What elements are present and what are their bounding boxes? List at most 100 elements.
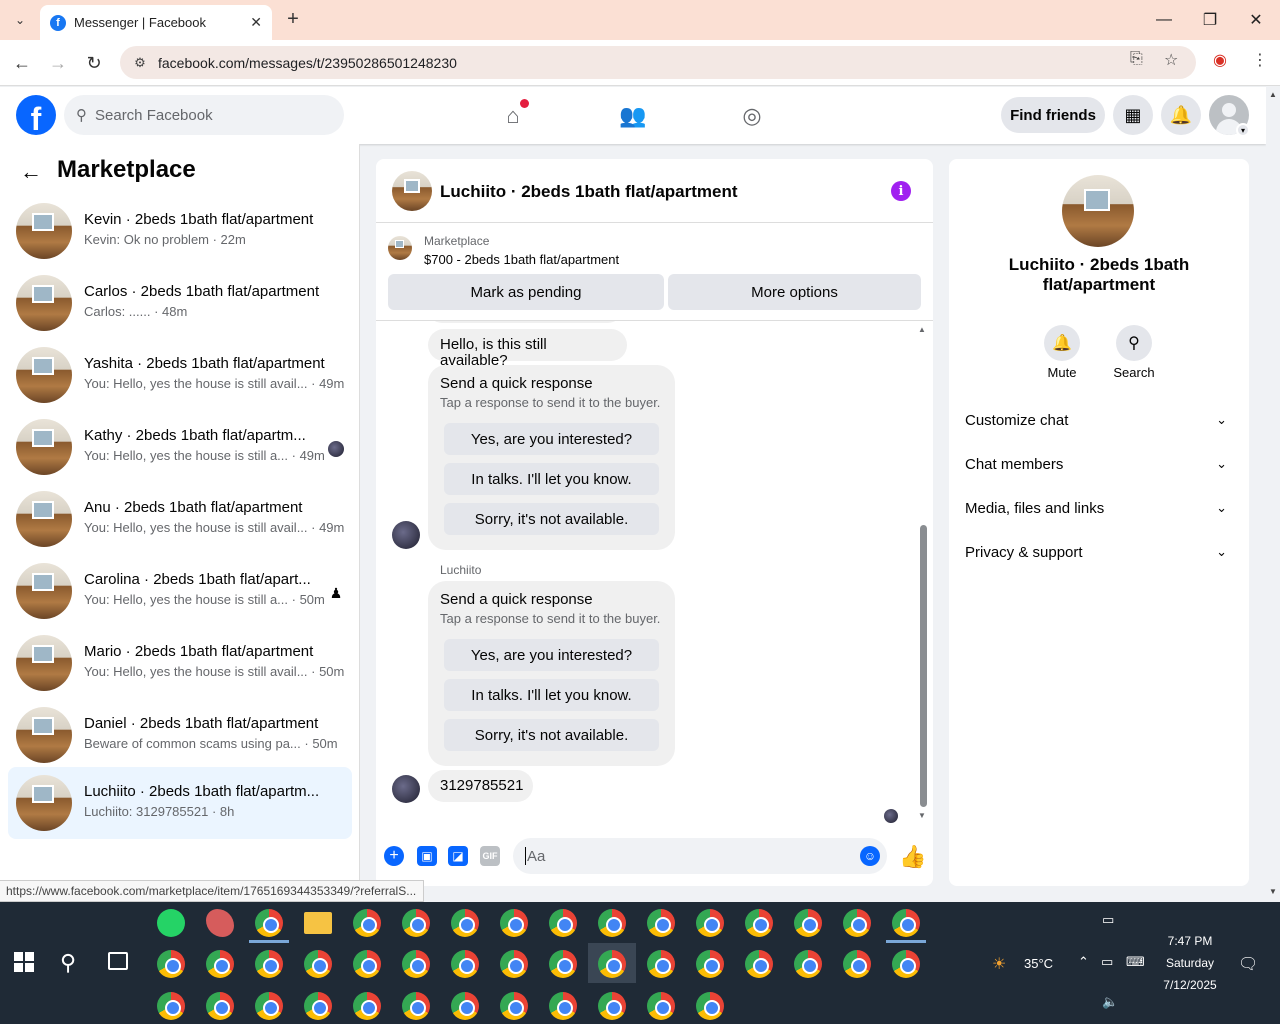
notification-center-icon[interactable]: 🗨 [1238,954,1258,974]
address-bar[interactable]: ⚙ facebook.com/messages/t/23950286501248… [120,46,1196,79]
chrome-icon[interactable] [647,909,675,937]
page-scroll-down-icon[interactable]: ▼ [1269,887,1277,896]
chrome-icon[interactable] [549,950,577,978]
chrome-icon[interactable] [647,950,675,978]
task-view-icon[interactable] [108,952,128,970]
sender-avatar[interactable] [392,775,420,803]
message-scrollbar[interactable] [920,525,927,807]
chrome-icon[interactable] [206,992,234,1020]
conversation-item[interactable]: Kathy · 2beds 1bath flat/apartm... You: … [8,411,352,483]
chat-thumbnail[interactable] [392,171,432,211]
notifications-bell-icon[interactable]: 🔔 [1161,95,1201,135]
chrome-icon[interactable] [353,909,381,937]
media-files-links-row[interactable]: Media, files and links ⌄ [965,500,1233,524]
chrome-icon[interactable] [206,950,234,978]
scroll-down-icon[interactable]: ▼ [918,811,926,820]
new-tab-button[interactable]: + [282,8,304,30]
plus-icon[interactable]: + [384,846,404,866]
windows-start-icon[interactable] [14,952,34,972]
chrome-icon[interactable] [255,992,283,1020]
details-search-icon[interactable]: ⚲ [1116,325,1152,361]
conversation-item[interactable]: Kevin · 2beds 1bath flat/apartment Kevin… [8,195,352,267]
more-options-button[interactable]: More options [668,274,921,310]
reload-button[interactable]: ↻ [82,51,106,75]
whatsapp-icon[interactable] [157,909,185,937]
page-scrollbar[interactable]: ▲ ▼ [1266,87,1280,902]
paint-icon[interactable] [206,909,234,937]
chrome-icon[interactable] [255,950,283,978]
chrome-icon[interactable] [745,909,773,937]
facebook-logo-icon[interactable]: f [16,95,56,135]
chrome-icon[interactable] [451,992,479,1020]
menu-grid-icon[interactable]: ▦ [1113,95,1153,135]
minimize-button[interactable]: — [1141,0,1187,40]
page-scroll-up-icon[interactable]: ▲ [1269,90,1277,99]
browser-tab[interactable]: f Messenger | Facebook ✕ [40,5,272,40]
conversation-item[interactable]: Yashita · 2beds 1bath flat/apartment You… [8,339,352,411]
quick-response-option[interactable]: In talks. I'll let you know. [444,679,659,711]
chrome-icon[interactable] [255,909,283,937]
browser-menu-icon[interactable]: ⋮ [1252,50,1268,70]
account-caret-icon[interactable]: ▾ [1236,123,1250,137]
listing-description[interactable]: $700 - 2beds 1bath flat/apartment [424,252,619,267]
sticker-icon[interactable]: ◪ [448,846,468,866]
file-explorer-icon[interactable] [304,912,332,934]
conversation-item[interactable]: Carolina · 2beds 1bath flat/apart... You… [8,555,352,627]
chrome-icon[interactable] [794,909,822,937]
chrome-icon[interactable] [549,909,577,937]
chrome-icon[interactable] [794,950,822,978]
customize-chat-row[interactable]: Customize chat ⌄ [965,412,1233,436]
mark-pending-button[interactable]: Mark as pending [388,274,664,310]
profile-icon[interactable]: ◉ [1213,50,1227,70]
tray-chevron-icon[interactable]: ⌃ [1078,954,1089,970]
chrome-icon[interactable] [157,992,185,1020]
mute-bell-icon[interactable]: 🔔 [1044,325,1080,361]
quick-response-option[interactable]: Yes, are you interested? [444,423,659,455]
chrome-icon[interactable] [451,950,479,978]
restore-button[interactable]: ❐ [1187,0,1233,40]
friends-icon[interactable]: 👥 [618,101,648,131]
groups-icon[interactable]: ◎ [737,101,767,131]
taskbar-search-icon[interactable]: ⚲ [60,950,76,976]
quick-response-option[interactable]: In talks. I'll let you know. [444,463,659,495]
tab-search-icon[interactable]: ⌄ [8,8,32,32]
conversation-item[interactable]: Anu · 2beds 1bath flat/apartment You: He… [8,483,352,555]
chrome-icon[interactable] [745,950,773,978]
privacy-support-row[interactable]: Privacy & support ⌄ [965,544,1233,568]
message-input[interactable]: Aa [513,838,887,874]
forward-button[interactable]: → [46,51,70,75]
gif-icon[interactable]: GIF [480,846,500,866]
conversation-item[interactable]: Carlos · 2beds 1bath flat/apartment Carl… [8,267,352,339]
meet-now-icon[interactable]: ▭ [1102,912,1114,928]
conversation-item[interactable]: Mario · 2beds 1bath flat/apartment You: … [8,627,352,699]
chrome-icon[interactable] [598,909,626,937]
back-arrow-icon[interactable]: ← [20,159,42,185]
network-icon[interactable]: ▭ [1101,954,1113,970]
chrome-icon[interactable] [549,992,577,1020]
chrome-icon[interactable] [500,992,528,1020]
chrome-icon[interactable] [451,909,479,937]
chrome-icon[interactable] [500,909,528,937]
chrome-icon[interactable] [304,992,332,1020]
chrome-icon[interactable] [696,909,724,937]
chrome-icon[interactable] [304,950,332,978]
chrome-icon[interactable] [843,909,871,937]
quick-response-option[interactable]: Sorry, it's not available. [444,503,659,535]
chat-members-row[interactable]: Chat members ⌄ [965,456,1233,480]
search-input[interactable]: ⚲ Search Facebook [64,95,344,135]
chrome-icon[interactable] [353,992,381,1020]
clock-date[interactable]: 7/12/2025 [1160,978,1220,992]
tab-close-icon[interactable]: ✕ [250,14,262,31]
chrome-icon[interactable] [843,950,871,978]
chrome-icon[interactable] [696,950,724,978]
bookmark-star-icon[interactable]: ☆ [1164,50,1178,70]
scroll-up-icon[interactable]: ▲ [918,325,926,334]
clock-time[interactable]: 7:47 PM [1160,934,1220,948]
volume-icon[interactable]: 🔈 [1102,994,1118,1010]
chrome-icon[interactable] [696,992,724,1020]
chrome-icon[interactable] [402,950,430,978]
chrome-icon[interactable] [157,950,185,978]
conversation-item[interactable]: Daniel · 2beds 1bath flat/apartment Bewa… [8,699,352,771]
conversation-item-active[interactable]: Luchiito · 2beds 1bath flat/apartm... Lu… [8,767,352,839]
chrome-icon[interactable] [500,950,528,978]
